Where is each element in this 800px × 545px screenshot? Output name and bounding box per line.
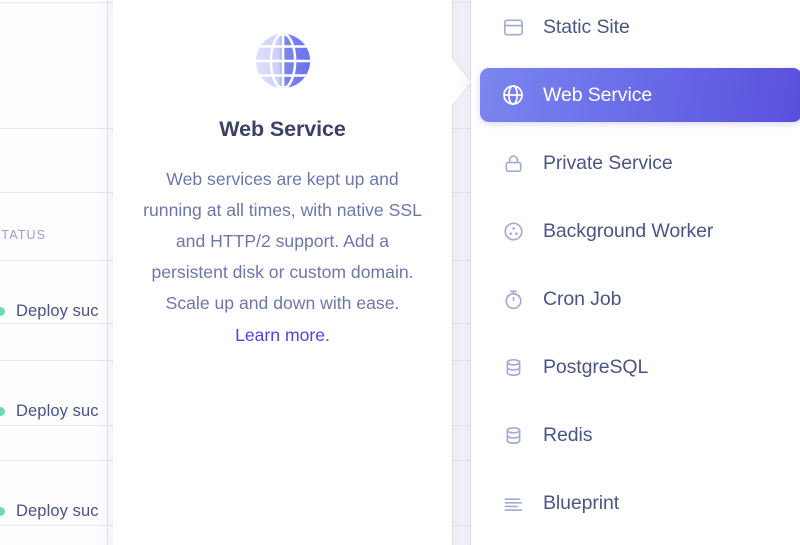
stopwatch-icon bbox=[500, 286, 526, 312]
lock-icon bbox=[500, 150, 526, 176]
menu-item-label: Static Site bbox=[543, 15, 630, 38]
globe-icon bbox=[252, 30, 314, 92]
menu-item-label: Background Worker bbox=[543, 219, 714, 242]
menu-item-private-service[interactable]: Private Service bbox=[480, 136, 800, 190]
service-type-menu-list: Static Site Web Service Private Service … bbox=[471, 0, 800, 530]
menu-item-blueprint[interactable]: Blueprint bbox=[480, 476, 800, 530]
database-icon bbox=[500, 354, 526, 380]
status-text: Deploy suc bbox=[16, 501, 99, 520]
status-text: Deploy suc bbox=[16, 401, 99, 420]
service-type-description-popover: Web Service Web services are kept up and… bbox=[113, 0, 473, 545]
menu-item-label: Redis bbox=[543, 423, 593, 446]
status-dot bbox=[0, 306, 5, 316]
popover-description: Web services are kept up and running at … bbox=[143, 169, 422, 313]
table-header-status: STATUS bbox=[0, 228, 47, 242]
menu-item-label: PostgreSQL bbox=[543, 355, 649, 378]
static-site-icon bbox=[500, 14, 526, 40]
status-dot bbox=[0, 406, 5, 416]
status-dot bbox=[0, 506, 5, 516]
table-row: Deploy suc bbox=[0, 300, 99, 322]
menu-item-web-service[interactable]: Web Service bbox=[480, 68, 800, 122]
menu-item-label: Private Service bbox=[543, 151, 673, 174]
background-worker-icon bbox=[500, 218, 526, 244]
menu-item-static-site[interactable]: Static Site bbox=[480, 0, 800, 54]
popover-title: Web Service bbox=[219, 117, 346, 141]
table-column-divider bbox=[107, 0, 108, 545]
globe-icon bbox=[500, 82, 526, 108]
menu-item-background-worker[interactable]: Background Worker bbox=[480, 204, 800, 258]
menu-item-label: Web Service bbox=[543, 83, 653, 106]
blueprint-lines-icon bbox=[500, 490, 526, 516]
status-text: Deploy suc bbox=[16, 301, 99, 320]
service-type-menu-panel: Static Site Web Service Private Service … bbox=[471, 0, 800, 545]
menu-item-cron-job[interactable]: Cron Job bbox=[480, 272, 800, 326]
database-icon bbox=[500, 422, 526, 448]
menu-item-redis[interactable]: Redis bbox=[480, 408, 800, 462]
table-row: Deploy suc bbox=[0, 500, 99, 522]
table-row: Deploy suc bbox=[0, 400, 99, 422]
screen: STATUS GI Deploy suc Deploy suc Deploy s… bbox=[0, 0, 800, 545]
menu-item-postgresql[interactable]: PostgreSQL bbox=[480, 340, 800, 394]
menu-item-label: Cron Job bbox=[543, 287, 622, 310]
menu-item-label: Blueprint bbox=[543, 491, 620, 514]
learn-more-link[interactable]: Learn more. bbox=[143, 320, 422, 351]
